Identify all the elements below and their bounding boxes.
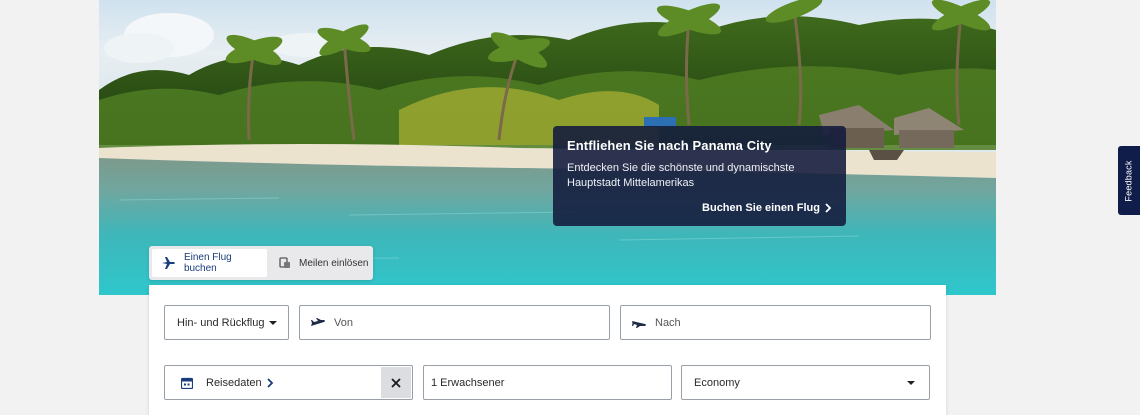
passengers-field[interactable]: 1 Erwachsener bbox=[423, 365, 672, 400]
destination-placeholder: Nach bbox=[655, 316, 681, 329]
airplane-icon bbox=[162, 257, 175, 269]
travel-dates-label: Reisedaten bbox=[206, 376, 262, 389]
promo-description: Entdecken Sie die schönste und dynamisch… bbox=[567, 162, 795, 189]
tab-redeem-miles-label: Meilen einlösen bbox=[299, 257, 369, 269]
book-flight-link[interactable]: Buchen Sie einen Flug bbox=[702, 202, 832, 214]
booking-tabs: Einen Flug buchen Meilen einlösen bbox=[149, 246, 373, 280]
origin-placeholder: Von bbox=[334, 316, 353, 329]
miles-icon bbox=[279, 257, 290, 268]
promo-title: Entfliehen Sie nach Panama City bbox=[567, 138, 772, 153]
tab-book-flight[interactable]: Einen Flug buchen bbox=[152, 249, 267, 277]
caret-down-icon bbox=[269, 320, 278, 325]
arrival-plane-icon bbox=[632, 320, 646, 328]
trip-type-value: Hin- und Rückflug bbox=[177, 316, 265, 329]
feedback-label: Feedback bbox=[1124, 159, 1134, 202]
clear-dates-button[interactable] bbox=[381, 367, 411, 398]
departure-plane-icon bbox=[311, 317, 325, 326]
chevron-right-icon bbox=[267, 377, 273, 388]
chevron-right-icon bbox=[825, 203, 832, 213]
travel-dates-field[interactable]: Reisedaten bbox=[164, 365, 413, 400]
cabin-class-value: Economy bbox=[694, 376, 740, 389]
destination-input[interactable]: Nach bbox=[620, 305, 931, 340]
tab-redeem-miles[interactable]: Meilen einlösen bbox=[269, 249, 371, 277]
book-flight-link-label: Buchen Sie einen Flug bbox=[702, 202, 820, 214]
origin-input[interactable]: Von bbox=[299, 305, 610, 340]
trip-type-select[interactable]: Hin- und Rückflug bbox=[164, 305, 289, 340]
promo-card: Entfliehen Sie nach Panama City Entdecke… bbox=[553, 126, 846, 226]
tab-book-flight-label: Einen Flug buchen bbox=[183, 252, 232, 274]
calendar-icon bbox=[181, 377, 193, 389]
passengers-value: 1 Erwachsener bbox=[431, 376, 505, 389]
flight-search-panel: Hin- und Rückflug Von Nach Reisedaten 1 … bbox=[149, 285, 946, 415]
close-icon bbox=[391, 377, 401, 388]
cabin-class-select[interactable]: Economy bbox=[681, 365, 930, 400]
caret-down-icon bbox=[907, 381, 915, 385]
feedback-tab[interactable]: Feedback bbox=[1118, 146, 1140, 215]
